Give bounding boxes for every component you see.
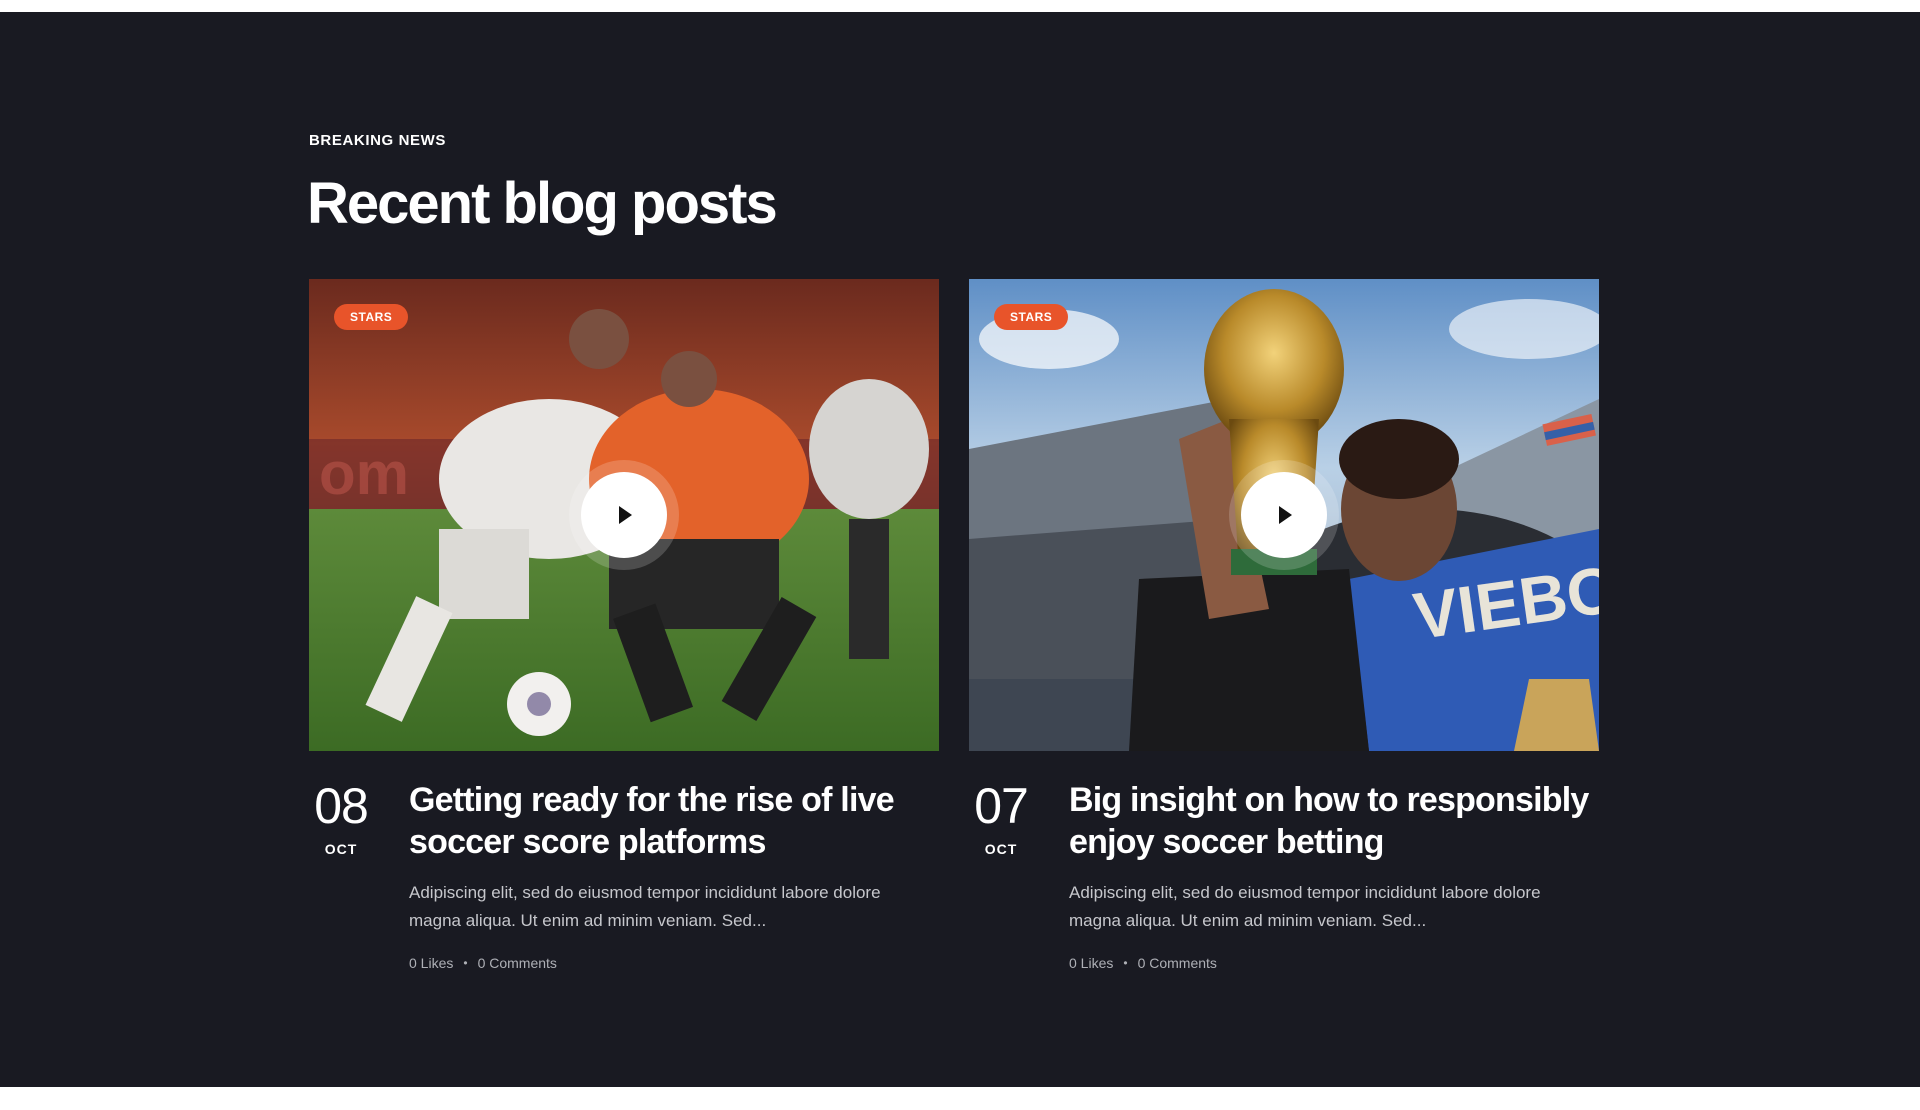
- post-day: 08: [314, 778, 369, 834]
- post-body: Big insight on how to responsibly enjoy …: [1069, 779, 1609, 971]
- post-date: 07 OCT: [969, 781, 1033, 857]
- blog-card: om STARS 08 OCT Getting ready for the ri…: [309, 279, 939, 1009]
- svg-text:om: om: [319, 440, 409, 507]
- post-body: Getting ready for the rise of live socce…: [409, 779, 949, 971]
- section-title: Recent blog posts: [307, 171, 778, 236]
- likes-link[interactable]: 0 Likes: [1069, 955, 1113, 971]
- post-thumbnail[interactable]: om STARS: [309, 279, 939, 751]
- blog-card: VIEBON STARS 07 OCT Big insight on how t…: [969, 279, 1599, 1009]
- comments-link[interactable]: 0 Comments: [1138, 955, 1217, 971]
- post-excerpt: Adipiscing elit, sed do eiusmod tempor i…: [409, 883, 881, 930]
- post-month: OCT: [324, 841, 358, 857]
- play-icon: [1279, 506, 1292, 524]
- play-icon: [619, 506, 632, 524]
- separator-dot: •: [463, 956, 468, 970]
- post-month: OCT: [984, 841, 1018, 857]
- likes-link[interactable]: 0 Likes: [409, 955, 453, 971]
- post-title[interactable]: Getting ready for the rise of live socce…: [409, 779, 949, 863]
- post-date: 08 OCT: [309, 781, 373, 857]
- post-stats: 0 Likes • 0 Comments: [409, 955, 949, 971]
- post-title[interactable]: Big insight on how to responsibly enjoy …: [1069, 779, 1609, 863]
- post-meta: 07 OCT Big insight on how to responsibly…: [969, 779, 1599, 1009]
- blog-section: BREAKING NEWS Recent blog posts om STARS…: [0, 12, 1920, 1087]
- post-meta: 08 OCT Getting ready for the rise of liv…: [309, 779, 939, 1009]
- post-thumbnail[interactable]: VIEBON STARS: [969, 279, 1599, 751]
- separator-dot: •: [1123, 956, 1128, 970]
- post-stats: 0 Likes • 0 Comments: [1069, 955, 1609, 971]
- play-button[interactable]: [581, 472, 667, 558]
- section-eyebrow: BREAKING NEWS: [309, 132, 446, 149]
- comments-link[interactable]: 0 Comments: [478, 955, 557, 971]
- post-day: 07: [974, 778, 1029, 834]
- category-tag[interactable]: STARS: [994, 304, 1069, 330]
- play-button[interactable]: [1241, 472, 1327, 558]
- post-excerpt: Adipiscing elit, sed do eiusmod tempor i…: [1069, 883, 1541, 930]
- category-tag[interactable]: STARS: [334, 304, 409, 330]
